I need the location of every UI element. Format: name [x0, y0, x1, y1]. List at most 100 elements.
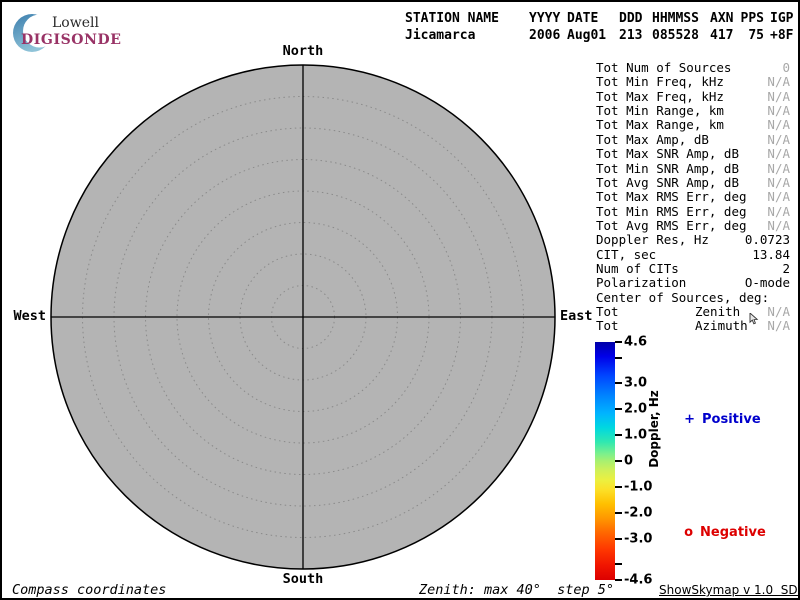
showskymap-page: Lowell DIGISONDE STATION NAMEJicamarcaYY… — [0, 0, 800, 600]
header-label-0: STATION NAME — [405, 10, 523, 27]
stats-row-16: Center of Sources, deg: — [596, 291, 790, 305]
stats-value: 0 — [782, 61, 790, 75]
version-label: ShowSkymap v 1.0 SD v 4.2 — [659, 583, 800, 597]
header-label-2: DATE — [567, 10, 613, 27]
colorbar-tick — [615, 460, 622, 462]
stats-row-2: Tot Max Freq, kHz N/A — [596, 90, 790, 104]
header-label-1: YYYY — [529, 10, 561, 27]
header-col-ddd: DDD213 — [619, 10, 646, 44]
header-value-1: 2006 — [529, 27, 561, 44]
stats-value: N/A — [767, 205, 790, 219]
stats-label: Tot Min RMS Err, deg — [596, 204, 747, 219]
compass-label-north: North — [253, 43, 353, 59]
legend-negative-label: Negative — [700, 525, 766, 540]
stats-value: N/A — [767, 147, 790, 161]
positive-marker-icon: + — [684, 412, 695, 427]
stats-value: N/A — [767, 104, 790, 118]
colorbar-tick — [615, 434, 622, 436]
header-value-4: 085528 — [652, 27, 704, 44]
colorbar-tick — [615, 408, 622, 410]
colorbar-minor-tick — [615, 563, 622, 565]
header-label-3: DDD — [619, 10, 646, 27]
header-col-hhmmss: HHMMSS085528 — [652, 10, 704, 44]
header-label-4: HHMMSS — [652, 10, 704, 27]
stats-label: Tot Min SNR Amp, dB — [596, 161, 739, 176]
header-col-station-name: STATION NAMEJicamarca — [405, 10, 523, 44]
logo-digisonde-text: DIGISONDE — [21, 32, 122, 48]
colorbar-tick — [615, 486, 622, 488]
stats-row-12: Doppler Res, Hz0.0723 — [596, 233, 790, 247]
stats-label: Tot Max RMS Err, deg — [596, 189, 747, 204]
colorbar-axis-title: Doppler, Hz — [647, 390, 661, 468]
colorbar-tick-label: 1.0 — [624, 428, 647, 443]
stats-label: CIT, sec — [596, 247, 656, 262]
stats-label: Tot Min Range, km — [596, 103, 724, 118]
header-value-6: 75 — [739, 27, 764, 44]
header-col-pps: PPS75 — [739, 10, 764, 44]
colorbar-tick-label: -4.6 — [624, 573, 652, 588]
colorbar-tick — [615, 341, 622, 343]
header-value-3: 213 — [619, 27, 646, 44]
stats-row-3: Tot Min Range, km N/A — [596, 104, 790, 118]
colorbar-minor-tick — [615, 357, 622, 359]
stats-label: Tot Max Amp, dB — [596, 132, 709, 147]
header-col-igp: IGP+8F — [770, 10, 800, 44]
stats-value: N/A — [767, 162, 790, 176]
colorbar-tick — [615, 382, 622, 384]
stats-label: Tot Min Freq, kHz — [596, 74, 724, 89]
stats-row-4: Tot Max Range, km N/A — [596, 118, 790, 132]
stats-label: Tot Max Freq, kHz — [596, 89, 724, 104]
stats-value: N/A — [767, 305, 790, 319]
skymap-polar-plot — [48, 62, 558, 572]
stats-row-5: Tot Max Amp, dB N/A — [596, 133, 790, 147]
stats-value: N/A — [767, 90, 790, 104]
stats-label: Tot — [596, 304, 619, 319]
stats-label: Tot Avg SNR Amp, dB — [596, 175, 739, 190]
stats-value: O-mode — [745, 276, 790, 290]
stats-row-9: Tot Max RMS Err, degN/A — [596, 190, 790, 204]
header-value-7: +8F — [770, 27, 800, 44]
legend-positive-label: Positive — [702, 412, 761, 427]
stats-mid-label: Zenith — [695, 305, 740, 319]
compass-label-south: South — [253, 571, 353, 587]
stats-row-8: Tot Avg SNR Amp, dB N/A — [596, 176, 790, 190]
colorbar-tick — [615, 579, 622, 581]
colorbar-tick-label: -2.0 — [624, 505, 652, 520]
stats-row-17: Tot Zenith N/A — [596, 305, 790, 319]
stats-row-11: Tot Avg RMS Err, deg N/A — [596, 219, 790, 233]
stats-row-15: PolarizationO-mode — [596, 276, 790, 290]
colorbar-tick — [615, 512, 622, 514]
stats-value: N/A — [767, 219, 790, 233]
stats-value: N/A — [767, 319, 790, 333]
colorbar-tick-label: 2.0 — [624, 402, 647, 417]
stats-row-1: Tot Min Freq, kHz N/A — [596, 75, 790, 89]
colorbar-tick-label: 0 — [624, 454, 633, 469]
lowell-digisonde-logo: Lowell DIGISONDE — [12, 8, 137, 54]
colorbar-tick-label: 4.6 — [624, 335, 647, 350]
header-col-date: DATEAug01 — [567, 10, 613, 44]
header-col-axn: AXN417 — [710, 10, 733, 44]
stats-value: 2 — [782, 262, 790, 276]
stats-label: Tot Max Range, km — [596, 117, 724, 132]
stats-label: Doppler Res, Hz — [596, 232, 709, 247]
coordinates-mode-label: Compass coordinates — [12, 582, 166, 598]
legend-negative: oNegative — [666, 510, 766, 555]
legend-positive: + Positive — [666, 397, 761, 442]
stats-row-13: CIT, sec13.84 — [596, 248, 790, 262]
stats-value: N/A — [767, 133, 790, 147]
header-col-yyyy: YYYY2006 — [529, 10, 561, 44]
stats-label: Tot — [596, 318, 619, 333]
zenith-scale-label: Zenith: max 40° step 5° — [419, 582, 614, 598]
stats-row-0: Tot Num of Sources0 — [596, 61, 790, 75]
stats-label: Tot Avg RMS Err, deg — [596, 218, 747, 233]
stats-value: N/A — [767, 118, 790, 132]
stats-value: N/A — [767, 176, 790, 190]
station-header-table: STATION NAMEJicamarcaYYYY2006DATEAug01DD… — [405, 10, 800, 44]
stats-value: N/A — [767, 75, 790, 89]
doppler-colorbar — [595, 342, 615, 580]
logo-lowell-text: Lowell — [52, 15, 99, 31]
header-value-2: Aug01 — [567, 27, 613, 44]
header-label-6: PPS — [739, 10, 764, 27]
stats-row-10: Tot Min RMS Err, deg N/A — [596, 205, 790, 219]
stats-label: Tot Max SNR Amp, dB — [596, 146, 739, 161]
